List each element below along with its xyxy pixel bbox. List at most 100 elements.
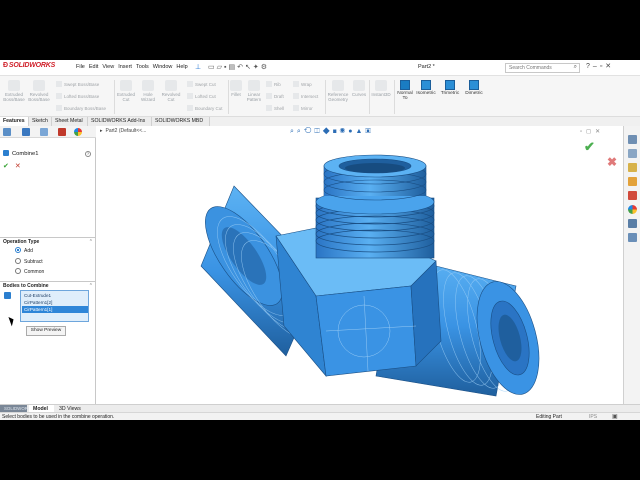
lofted-cut-button[interactable]: Lofted Cut xyxy=(187,93,216,99)
file-explorer-icon[interactable] xyxy=(628,163,637,172)
pm-actions: ✔ ✕ xyxy=(3,162,21,170)
search-icon[interactable]: ⌕ xyxy=(574,64,577,71)
hole-wizard-label: Hole Wizard xyxy=(140,92,155,102)
custom-properties-icon[interactable] xyxy=(628,219,637,228)
tab-sheet-metal[interactable]: Sheet Metal xyxy=(52,117,88,126)
linear-pattern-icon xyxy=(248,80,260,91)
revolved-boss-label: Revolved Boss/Base xyxy=(28,92,50,102)
mirror-button[interactable]: Mirror xyxy=(293,105,313,111)
trimetric-button[interactable]: Trimetric xyxy=(438,80,462,96)
configuration-manager-icon[interactable] xyxy=(40,128,48,136)
swept-boss-button[interactable]: Swept Boss/Base xyxy=(56,81,99,87)
show-preview-button[interactable]: Show Preview xyxy=(26,326,66,336)
graphics-area[interactable]: ▸ Part2 (Default<<... ⌕⌕⟲◫◆◼◉●▲▣ ▫◻✕ ✔ ✖ xyxy=(96,126,623,404)
menu-file[interactable]: File xyxy=(76,64,85,70)
search-input[interactable]: Search Commands ⌕ xyxy=(505,63,580,73)
radio-common[interactable]: Common xyxy=(15,268,44,275)
revolved-boss-button[interactable]: Revolved Boss/Base xyxy=(27,80,51,102)
list-item[interactable]: CirPattern1[2] xyxy=(22,299,88,306)
pin-icon[interactable]: ⊥ xyxy=(195,63,201,71)
dimetric-icon xyxy=(469,80,479,90)
print-icon[interactable]: ▤ xyxy=(229,64,238,71)
open-icon[interactable]: ▱ xyxy=(217,64,224,71)
lofted-boss-button[interactable]: Lofted Boss/Base xyxy=(56,93,99,99)
radio-add[interactable]: Add xyxy=(15,247,33,254)
separator xyxy=(394,80,395,114)
linear-pattern-button[interactable]: Linear Pattern xyxy=(244,80,264,102)
minimize-icon[interactable]: – xyxy=(593,63,600,70)
dimetric-button[interactable]: Dimetric xyxy=(463,80,485,96)
hole-wizard-button[interactable]: Hole Wizard xyxy=(138,80,158,102)
home-icon[interactable] xyxy=(628,135,637,144)
menu-view[interactable]: View xyxy=(102,64,114,70)
menu-edit[interactable]: Edit xyxy=(89,64,98,70)
status-icon[interactable]: ▣ xyxy=(612,413,618,420)
menu-insert[interactable]: Insert xyxy=(118,64,132,70)
menu-window[interactable]: Window xyxy=(153,64,173,70)
display-manager-icon[interactable] xyxy=(74,128,82,136)
undo-icon[interactable]: ↶ xyxy=(237,64,245,71)
property-manager-icon[interactable] xyxy=(22,128,30,136)
revolved-cut-button[interactable]: Revolved Cut xyxy=(160,80,182,102)
boundary-boss-button[interactable]: Boundary Boss/Base xyxy=(56,105,106,111)
options-icon[interactable]: ⚙ xyxy=(261,64,269,71)
ok-icon[interactable]: ✔ xyxy=(3,163,9,170)
wrap-button[interactable]: Wrap xyxy=(293,81,312,87)
collapse-icon[interactable]: ⌃ xyxy=(89,239,93,245)
tab-mbd[interactable]: SOLIDWORKS MBD xyxy=(152,117,210,126)
menu-tools[interactable]: Tools xyxy=(136,64,149,70)
menu-help[interactable]: Help xyxy=(176,64,187,70)
bodies-section[interactable]: Bodies to Combine ⌃ xyxy=(0,281,96,289)
draft-button[interactable]: Draft xyxy=(266,93,284,99)
collapse-icon[interactable]: ⌃ xyxy=(89,283,93,289)
curves-button[interactable]: Curves xyxy=(351,80,367,97)
forum-icon[interactable] xyxy=(628,233,637,242)
intersect-button[interactable]: Intersect xyxy=(293,93,318,99)
rib-button[interactable]: Rib xyxy=(266,81,281,87)
cancel-icon[interactable]: ✕ xyxy=(15,163,21,170)
command-manager: Extruded Boss/Base Revolved Boss/Base Sw… xyxy=(0,76,640,117)
reference-geometry-button[interactable]: Reference Geometry xyxy=(327,80,349,102)
extruded-boss-button[interactable]: Extruded Boss/Base xyxy=(3,80,25,102)
list-item[interactable]: CirPattern1[1] xyxy=(22,306,88,313)
help-icon[interactable]: ? xyxy=(85,151,91,157)
model-tabs: SOLIDWORKS Model 3D Views xyxy=(0,404,640,413)
letterbox-bottom xyxy=(0,420,640,480)
property-manager: Combine1 ? ✔ ✕ Operation Type ⌃ Add Subtra… xyxy=(0,126,96,404)
list-item[interactable]: Cut-Extrude1 xyxy=(22,292,88,299)
tee-fitting-model[interactable] xyxy=(96,126,623,404)
appearances-icon[interactable] xyxy=(628,205,637,214)
boundary-cut-button[interactable]: Boundary Cut xyxy=(187,105,223,111)
help-icon[interactable]: ? xyxy=(586,63,593,70)
shell-button[interactable]: Shell xyxy=(266,105,284,111)
fillet-label: Fillet xyxy=(231,92,241,97)
tab-add-ins[interactable]: SOLIDWORKS Add-Ins xyxy=(88,117,152,126)
curves-icon xyxy=(353,80,365,91)
normal-to-label: Normal To xyxy=(397,91,413,101)
resources-icon[interactable] xyxy=(628,149,637,158)
hole-wizard-icon xyxy=(142,80,154,91)
reference-geometry-icon xyxy=(332,80,344,91)
design-library-icon[interactable] xyxy=(628,177,637,186)
fillet-button[interactable]: Fillet xyxy=(230,80,242,97)
select-icon[interactable]: ↖ xyxy=(245,64,253,71)
bodies-list[interactable]: Cut-Extrude1 CirPattern1[2] CirPattern1[… xyxy=(20,290,89,322)
rebuild-icon[interactable]: ✦ xyxy=(253,64,261,71)
close-icon[interactable]: ✕ xyxy=(605,63,614,70)
extrude-icon xyxy=(8,80,20,91)
radio-subtract[interactable]: Subtract xyxy=(15,258,43,265)
new-icon[interactable]: ▭ xyxy=(208,64,217,71)
normal-to-button[interactable]: Normal To xyxy=(396,80,414,101)
isometric-button[interactable]: Isometric xyxy=(415,80,437,96)
tab-sketch[interactable]: Sketch xyxy=(29,117,52,126)
top-branch xyxy=(315,154,435,259)
instant3d-button[interactable]: Instant3D xyxy=(370,80,392,97)
tab-features[interactable]: Features xyxy=(0,117,29,126)
swept-cut-button[interactable]: Swept Cut xyxy=(187,81,216,87)
dimxpert-icon[interactable] xyxy=(58,128,66,136)
feature-manager-icon[interactable] xyxy=(3,128,11,136)
view-palette-icon[interactable] xyxy=(628,191,637,200)
operation-type-section[interactable]: Operation Type ⌃ xyxy=(0,237,96,245)
solidworks-logo[interactable]: ƉSOLIDWORKS xyxy=(3,62,55,69)
extruded-cut-button[interactable]: Extruded Cut xyxy=(116,80,136,102)
